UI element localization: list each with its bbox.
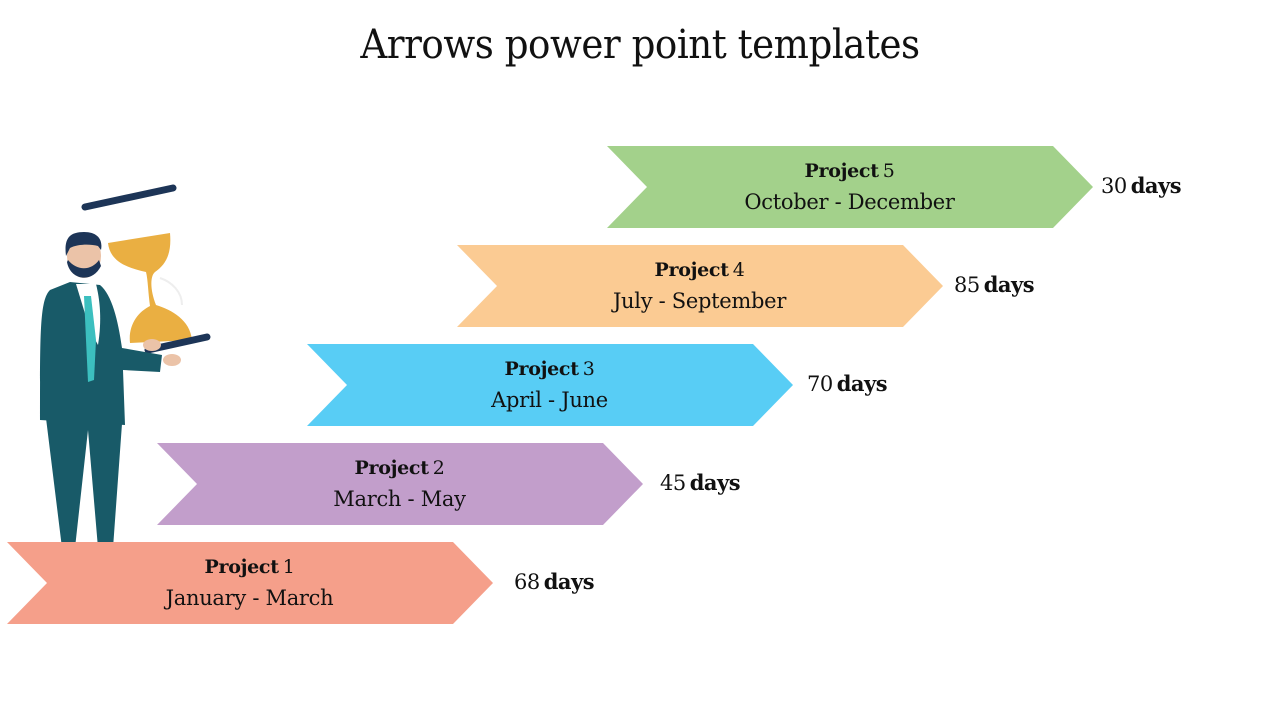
project-date-range: July - September xyxy=(612,289,787,313)
project-duration: 68 days xyxy=(514,569,595,594)
project-duration: 70 days xyxy=(807,371,888,396)
project-title: Project 2 xyxy=(354,457,445,479)
project-title: Project 1 xyxy=(204,556,295,578)
project-arrow: Project 4 July - September xyxy=(457,245,943,327)
project-date-range: October - December xyxy=(744,190,955,214)
project-date-range: January - March xyxy=(165,586,334,610)
project-arrow: Project 2 March - May xyxy=(157,443,643,525)
project-title: Project 5 xyxy=(804,160,895,182)
project-date-range: April - June xyxy=(491,388,608,412)
project-arrow: Project 5 October - December xyxy=(607,146,1093,228)
project-duration: 30 days xyxy=(1101,173,1182,198)
project-duration: 45 days xyxy=(660,470,741,495)
project-title: Project 3 xyxy=(504,358,595,380)
project-arrow: Project 3 April - June xyxy=(307,344,793,426)
slide-title: Arrows power point templates xyxy=(360,22,920,68)
project-date-range: March - May xyxy=(333,487,466,511)
project-title: Project 4 xyxy=(654,259,745,281)
project-duration: 85 days xyxy=(954,272,1035,297)
project-arrow: Project 1 January - March xyxy=(7,542,493,624)
